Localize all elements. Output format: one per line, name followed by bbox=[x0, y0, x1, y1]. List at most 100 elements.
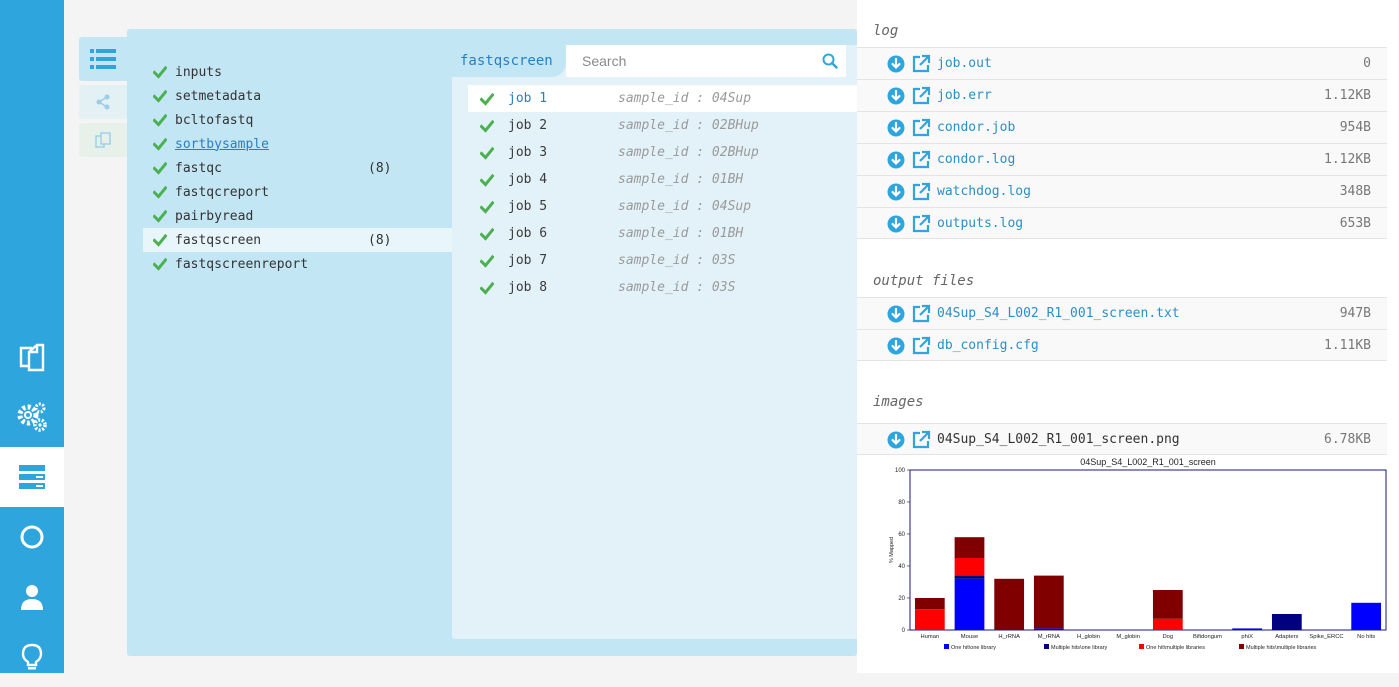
download-icon[interactable] bbox=[887, 305, 905, 323]
job-row[interactable]: job 1 sample_id : 04Sup bbox=[468, 85, 857, 112]
rail-documents-button[interactable] bbox=[0, 327, 64, 387]
jobs-panel-title: fastqscreen bbox=[452, 45, 566, 77]
job-sample: sample_id : 02BHup bbox=[618, 145, 759, 160]
file-size: 348B bbox=[1339, 184, 1371, 199]
file-row: outputs.log 653B bbox=[857, 207, 1387, 239]
step-item[interactable]: pairbyread bbox=[143, 204, 452, 228]
y-axis-label: % Mapped bbox=[889, 537, 895, 563]
external-link-icon[interactable] bbox=[911, 304, 931, 324]
download-icon[interactable] bbox=[887, 431, 905, 449]
check-icon bbox=[153, 89, 167, 103]
job-row[interactable]: job 6 sample_id : 01BH bbox=[468, 220, 857, 247]
job-row[interactable]: job 5 sample_id : 04Sup bbox=[468, 193, 857, 220]
step-label: setmetadata bbox=[175, 88, 262, 104]
rail-gears-button[interactable] bbox=[0, 387, 64, 447]
lightbulb-icon bbox=[21, 643, 43, 670]
check-icon bbox=[153, 257, 167, 271]
external-link-icon[interactable] bbox=[911, 336, 931, 356]
job-row[interactable]: job 4 sample_id : 01BH bbox=[468, 166, 857, 193]
file-size: 947B bbox=[1339, 306, 1371, 321]
legend-swatch bbox=[1239, 644, 1244, 649]
bar-segment bbox=[994, 578, 1025, 630]
rail-user-button[interactable] bbox=[0, 567, 64, 627]
rail-circle-button[interactable] bbox=[0, 507, 64, 567]
check-icon bbox=[153, 185, 167, 199]
step-item[interactable]: bcltofastq bbox=[143, 108, 452, 132]
job-row[interactable]: job 7 sample_id : 03S bbox=[468, 247, 857, 274]
x-tick-label: Dog bbox=[1163, 634, 1174, 640]
file-name-link[interactable]: 04Sup_S4_L002_R1_001_screen.png bbox=[937, 432, 1180, 447]
external-link-icon[interactable] bbox=[911, 118, 931, 138]
legend-swatch bbox=[1044, 644, 1049, 649]
rail-server-button[interactable] bbox=[0, 447, 64, 507]
step-item[interactable]: inputs bbox=[143, 60, 452, 84]
bar-segment bbox=[954, 575, 985, 579]
job-label: job 1 bbox=[508, 91, 548, 106]
file-name-link[interactable]: job.out bbox=[937, 56, 992, 71]
step-item[interactable]: fastqcreport bbox=[143, 180, 452, 204]
legend-swatch bbox=[1139, 644, 1144, 649]
file-row: job.err 1.12KB bbox=[857, 79, 1387, 111]
job-row[interactable]: job 3 sample_id : 02BHup bbox=[468, 139, 857, 166]
bar-segment bbox=[954, 537, 985, 558]
output-section-title: output files bbox=[873, 273, 975, 289]
file-row: watchdog.log 348B bbox=[857, 175, 1387, 207]
file-name-link[interactable]: watchdog.log bbox=[937, 184, 1031, 199]
step-item[interactable]: fastqscreenreport bbox=[143, 252, 452, 276]
log-section-title: log bbox=[873, 23, 899, 39]
check-icon bbox=[153, 65, 167, 79]
check-icon bbox=[480, 200, 494, 214]
download-icon[interactable] bbox=[887, 87, 905, 105]
external-link-icon[interactable] bbox=[911, 214, 931, 234]
y-tick-label: 80 bbox=[898, 500, 905, 506]
step-item[interactable]: fastqc (8) bbox=[143, 156, 452, 180]
bar-segment bbox=[1232, 628, 1263, 630]
external-link-icon[interactable] bbox=[911, 430, 931, 450]
download-icon[interactable] bbox=[887, 215, 905, 233]
check-icon bbox=[480, 227, 494, 241]
download-icon[interactable] bbox=[887, 337, 905, 355]
check-icon bbox=[153, 137, 167, 151]
file-name-link[interactable]: 04Sup_S4_L002_R1_001_screen.txt bbox=[937, 306, 1180, 321]
panel-tabs bbox=[79, 37, 127, 157]
external-link-icon[interactable] bbox=[911, 86, 931, 106]
download-icon[interactable] bbox=[887, 55, 905, 73]
x-tick-label: M_globin bbox=[1116, 634, 1140, 640]
file-name-link[interactable]: job.err bbox=[937, 88, 992, 103]
step-item[interactable]: fastqscreen (8) bbox=[143, 228, 452, 252]
rail-lightbulb-button[interactable] bbox=[0, 627, 64, 687]
file-name-link[interactable]: outputs.log bbox=[937, 216, 1023, 231]
external-link-icon[interactable] bbox=[911, 150, 931, 170]
file-name-link[interactable]: condor.log bbox=[937, 152, 1015, 167]
job-label: job 3 bbox=[508, 145, 548, 160]
job-label: job 2 bbox=[508, 118, 548, 133]
copy-icon bbox=[95, 132, 111, 148]
file-name-link[interactable]: db_config.cfg bbox=[937, 338, 1039, 353]
file-row: 04Sup_S4_L002_R1_001_screen.txt 947B bbox=[857, 297, 1387, 329]
search-icon[interactable] bbox=[822, 53, 838, 69]
step-item[interactable]: setmetadata bbox=[143, 84, 452, 108]
bar-segment bbox=[1351, 602, 1382, 630]
job-sample: sample_id : 03S bbox=[618, 253, 736, 268]
tab-share[interactable] bbox=[79, 85, 127, 119]
y-tick-label: 20 bbox=[898, 596, 905, 602]
job-row[interactable]: job 8 sample_id : 03S bbox=[468, 274, 857, 301]
bar-segment bbox=[1033, 575, 1064, 629]
job-row[interactable]: job 2 sample_id : 02BHup bbox=[468, 112, 857, 139]
tab-copy[interactable] bbox=[79, 123, 127, 157]
tab-list[interactable] bbox=[79, 37, 127, 81]
x-tick-label: H_rRNA bbox=[998, 634, 1020, 640]
file-name-link[interactable]: condor.job bbox=[937, 120, 1015, 135]
images-section-title: images bbox=[873, 394, 924, 410]
check-icon bbox=[153, 161, 167, 175]
download-icon[interactable] bbox=[887, 151, 905, 169]
search-input[interactable] bbox=[582, 53, 802, 69]
step-label: fastqscreenreport bbox=[175, 256, 309, 272]
step-item[interactable]: sortbysample bbox=[143, 132, 452, 156]
download-icon[interactable] bbox=[887, 183, 905, 201]
job-label: job 4 bbox=[508, 172, 548, 187]
file-row: db_config.cfg 1.11KB bbox=[857, 329, 1387, 361]
download-icon[interactable] bbox=[887, 119, 905, 137]
external-link-icon[interactable] bbox=[911, 54, 931, 74]
external-link-icon[interactable] bbox=[911, 182, 931, 202]
